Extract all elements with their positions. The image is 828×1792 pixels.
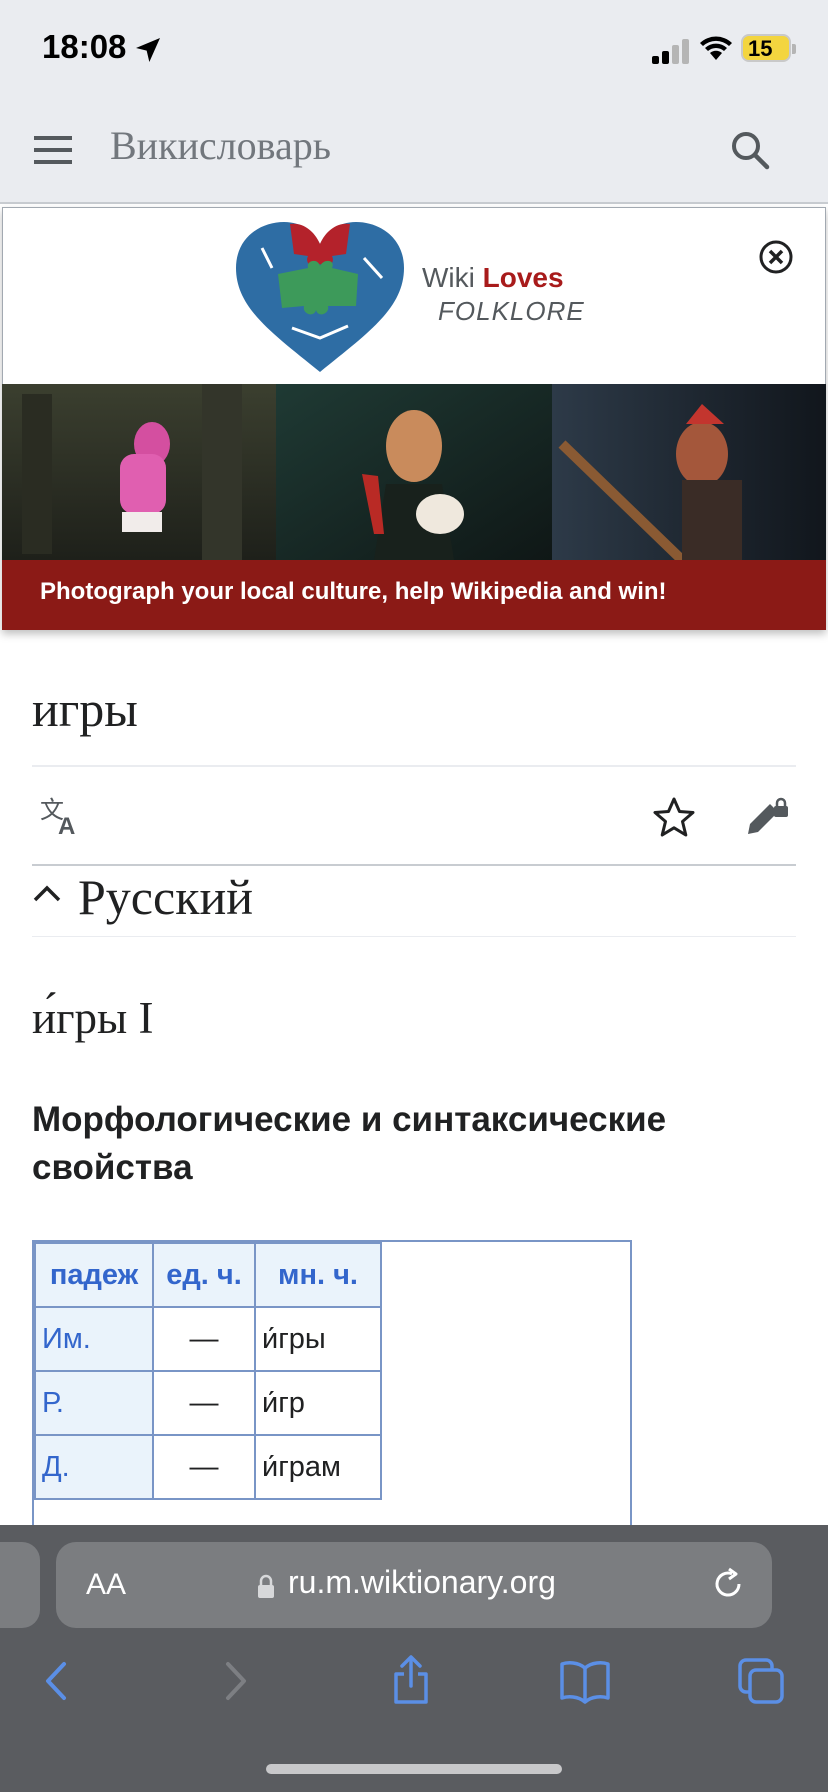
language-translate-icon[interactable]: 文 A bbox=[40, 796, 84, 836]
bookmarks-icon[interactable] bbox=[558, 1654, 612, 1708]
status-time: 18:08 bbox=[42, 28, 127, 65]
banner-photo-strip bbox=[2, 384, 826, 560]
search-icon[interactable] bbox=[728, 128, 772, 172]
battery-level: 15 bbox=[748, 36, 773, 61]
hamburger-menu-icon[interactable] bbox=[34, 134, 74, 166]
back-icon[interactable] bbox=[30, 1654, 84, 1708]
table-row: Р. — и́гр bbox=[34, 1370, 382, 1436]
case-link[interactable]: Д. bbox=[34, 1434, 154, 1500]
wlf-wiki-text: Wiki bbox=[422, 262, 475, 293]
case-link[interactable]: Р. bbox=[34, 1370, 154, 1436]
chevron-up-icon[interactable] bbox=[32, 882, 62, 904]
wlf-loves-text: Loves bbox=[482, 262, 564, 293]
table-cell: и́гр bbox=[254, 1370, 382, 1436]
banner-caption[interactable]: Photograph your local culture, help Wiki… bbox=[40, 578, 667, 606]
divider bbox=[32, 765, 796, 767]
location-arrow-icon bbox=[136, 38, 160, 62]
wiki-loves-folklore-heart-logo bbox=[236, 222, 404, 372]
share-icon[interactable] bbox=[384, 1654, 438, 1708]
divider bbox=[32, 936, 796, 937]
home-indicator[interactable] bbox=[266, 1764, 562, 1774]
edit-locked-icon[interactable] bbox=[744, 794, 790, 838]
table-cell: — bbox=[152, 1370, 256, 1436]
case-link[interactable]: Им. bbox=[34, 1306, 154, 1372]
table-row: Д. — и́грам bbox=[34, 1434, 382, 1500]
site-title[interactable]: Викисловарь bbox=[110, 122, 331, 169]
language-section-heading[interactable]: Русский bbox=[78, 868, 253, 926]
word-heading: и́гры I bbox=[32, 993, 154, 1043]
battery-tip bbox=[792, 44, 796, 54]
column-header[interactable]: ед. ч. bbox=[152, 1242, 256, 1308]
table-cell: и́гры bbox=[254, 1306, 382, 1372]
lock-icon bbox=[258, 1574, 274, 1598]
declension-table: падеж ед. ч. мн. ч. Им. — и́гры Р. — и́г… bbox=[34, 1242, 382, 1500]
text-size-button[interactable]: AA bbox=[86, 1568, 126, 1602]
wlf-wordmark-line1: Wiki Loves bbox=[422, 262, 564, 294]
morphology-section-heading: Морфологические и синтаксические свойств… bbox=[32, 1100, 667, 1187]
tabs-icon[interactable] bbox=[734, 1654, 788, 1708]
divider bbox=[32, 864, 796, 866]
table-header-row: падеж ед. ч. мн. ч. bbox=[34, 1242, 382, 1308]
previous-tab-chip[interactable] bbox=[0, 1542, 40, 1628]
svg-text:A: A bbox=[58, 813, 75, 836]
page-title: игры bbox=[32, 681, 138, 737]
table-cell: — bbox=[152, 1434, 256, 1500]
url-text[interactable]: ru.m.wiktionary.org bbox=[288, 1564, 556, 1601]
cellular-signal-icon bbox=[652, 39, 689, 64]
table-cell: — bbox=[152, 1306, 256, 1372]
table-cell: и́грам bbox=[254, 1434, 382, 1500]
column-header[interactable]: падеж bbox=[34, 1242, 154, 1308]
wlf-wordmark-line2: FOLKLORE bbox=[438, 296, 585, 326]
watch-star-icon[interactable] bbox=[652, 796, 696, 838]
forward-icon[interactable] bbox=[208, 1654, 262, 1708]
table-row: Им. — и́гры bbox=[34, 1306, 382, 1372]
reload-icon[interactable] bbox=[710, 1566, 746, 1602]
wifi-icon bbox=[700, 36, 732, 60]
close-icon[interactable] bbox=[758, 239, 794, 275]
column-header[interactable]: мн. ч. bbox=[254, 1242, 382, 1308]
